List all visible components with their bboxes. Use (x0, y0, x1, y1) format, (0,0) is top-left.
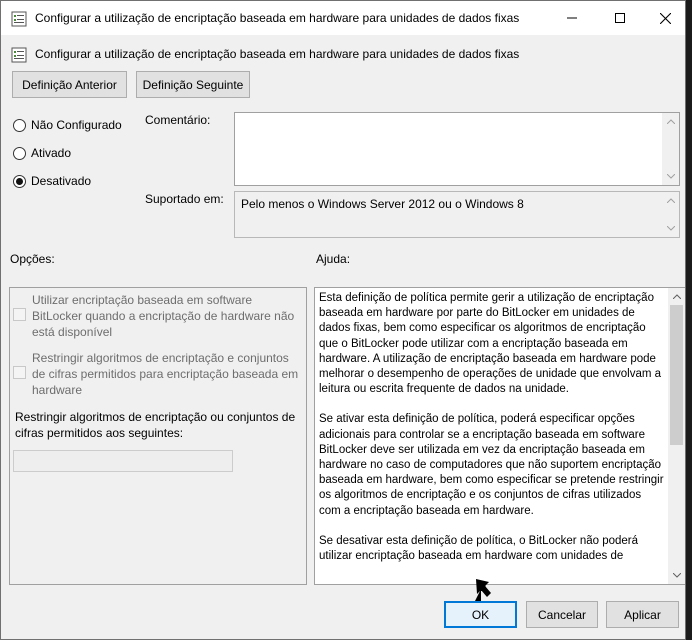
previous-setting-button[interactable]: Definição Anterior (12, 71, 127, 98)
scroll-thumb[interactable] (670, 305, 683, 445)
scroll-up-arrow[interactable] (662, 113, 679, 130)
options-panel: Utilizar encriptação baseada em software… (9, 287, 307, 585)
scroll-up-arrow[interactable] (662, 192, 679, 209)
supported-value: Pelo menos o Windows Server 2012 ou o Wi… (241, 197, 524, 211)
close-icon (659, 12, 671, 24)
restrict-algorithms-input[interactable] (13, 450, 233, 472)
radio-disabled[interactable]: Desativado (13, 174, 91, 188)
help-text: Esta definição de política permite gerir… (319, 291, 665, 579)
supported-scrollbar[interactable] (662, 192, 679, 237)
chevron-down-icon (666, 226, 675, 231)
radio-circle[interactable] (13, 146, 26, 160)
chevron-up-icon (666, 119, 675, 124)
radio-not-configured[interactable]: Não Configurado (13, 118, 122, 132)
title-bar[interactable]: Configurar a utilização de encriptação b… (1, 1, 685, 35)
policy-name: Configurar a utilização de encriptação b… (35, 47, 520, 61)
help-paragraph: Se desativar esta definição de política,… (319, 534, 639, 563)
cancel-button[interactable]: Cancelar (526, 601, 598, 628)
radio-label: Não Configurado (31, 118, 122, 132)
policy-settings-icon (11, 47, 27, 63)
policy-dialog-window: Configurar a utilização de encriptação b… (0, 0, 686, 640)
help-label: Ajuda: (316, 252, 351, 266)
close-button[interactable] (642, 1, 685, 35)
maximize-button[interactable] (597, 1, 643, 35)
supported-field: Pelo menos o Windows Server 2012 ou o Wi… (234, 191, 680, 238)
radio-label: Ativado (31, 146, 72, 160)
restrict-algorithms-label: Restringir algoritmos de encriptação ou … (15, 410, 296, 440)
radio-selected-dot (16, 177, 23, 185)
options-label: Opções: (10, 252, 55, 266)
supported-label: Suportado em: (145, 192, 224, 206)
help-paragraph: Se ativar esta definição de política, po… (319, 413, 664, 517)
option-restrict-algorithms[interactable]: Restringir algoritmos de encriptação e c… (13, 350, 299, 398)
policy-settings-icon (11, 11, 27, 27)
checkbox[interactable] (13, 366, 26, 379)
radio-enabled[interactable]: Ativado (13, 146, 71, 160)
help-panel[interactable]: Esta definição de política permite gerir… (314, 287, 685, 585)
scroll-up-arrow[interactable] (668, 288, 685, 305)
checkbox[interactable] (13, 308, 26, 321)
chevron-down-icon (666, 174, 675, 179)
minimize-icon (567, 17, 577, 19)
chevron-up-icon (672, 294, 681, 299)
chevron-up-icon (666, 198, 675, 203)
minimize-button[interactable] (549, 1, 595, 35)
ok-button[interactable]: OK (444, 601, 517, 628)
apply-button[interactable]: Aplicar (606, 601, 679, 628)
radio-label: Desativado (31, 174, 92, 188)
maximize-icon (615, 13, 625, 23)
pointer-arrow-icon (475, 579, 491, 601)
option-text: Restringir algoritmos de encriptação e c… (32, 351, 299, 397)
chevron-down-icon (672, 573, 681, 578)
option-software-fallback[interactable]: Utilizar encriptação baseada em software… (13, 292, 299, 340)
help-scrollbar[interactable] (668, 288, 685, 584)
comment-scrollbar[interactable] (662, 113, 679, 185)
comment-label: Comentário: (145, 113, 211, 127)
scroll-down-arrow[interactable] (668, 567, 685, 584)
scroll-down-arrow[interactable] (662, 220, 679, 237)
window-title: Configurar a utilização de encriptação b… (35, 11, 520, 25)
next-setting-button[interactable]: Definição Seguinte (136, 71, 250, 98)
radio-circle[interactable] (13, 174, 26, 188)
scroll-down-arrow[interactable] (662, 168, 679, 185)
help-paragraph: Esta definição de política permite gerir… (319, 292, 662, 396)
option-text: Utilizar encriptação baseada em software… (32, 293, 295, 339)
comment-input[interactable] (234, 112, 680, 186)
radio-circle[interactable] (13, 118, 26, 132)
